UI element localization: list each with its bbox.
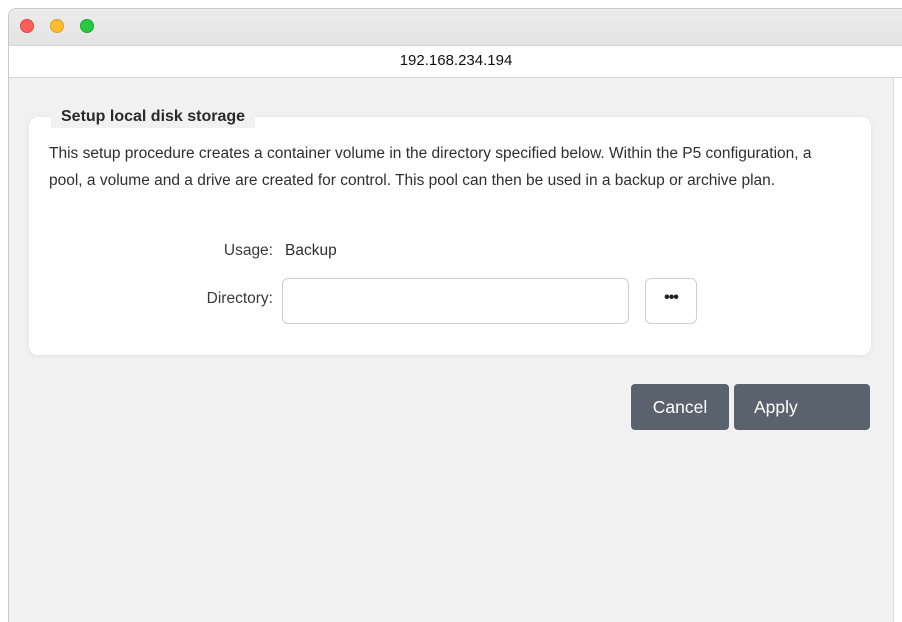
directory-label: Directory: bbox=[206, 290, 273, 307]
address-text: 192.168.234.194 bbox=[399, 52, 513, 69]
panel-legend: Setup local disk storage bbox=[51, 106, 256, 128]
browse-directory-button[interactable]: ••• bbox=[645, 278, 697, 324]
directory-input[interactable] bbox=[282, 278, 629, 324]
cancel-button[interactable]: Cancel bbox=[631, 384, 729, 430]
setup-panel: This setup procedure creates a container… bbox=[29, 117, 871, 355]
browser-window: 192.168.234.194 This setup procedure cre… bbox=[8, 8, 902, 622]
address-bar[interactable]: 192.168.234.194 bbox=[9, 45, 902, 78]
minimize-window-button[interactable] bbox=[50, 19, 64, 33]
usage-label: Usage: bbox=[223, 242, 273, 259]
maximize-window-button[interactable] bbox=[80, 19, 94, 33]
title-bar bbox=[9, 9, 902, 45]
page-content: This setup procedure creates a container… bbox=[9, 78, 894, 622]
apply-button[interactable]: Apply bbox=[734, 384, 870, 430]
usage-value: Backup bbox=[285, 242, 337, 259]
close-window-button[interactable] bbox=[20, 19, 34, 33]
setup-description: This setup procedure creates a container… bbox=[49, 145, 812, 189]
